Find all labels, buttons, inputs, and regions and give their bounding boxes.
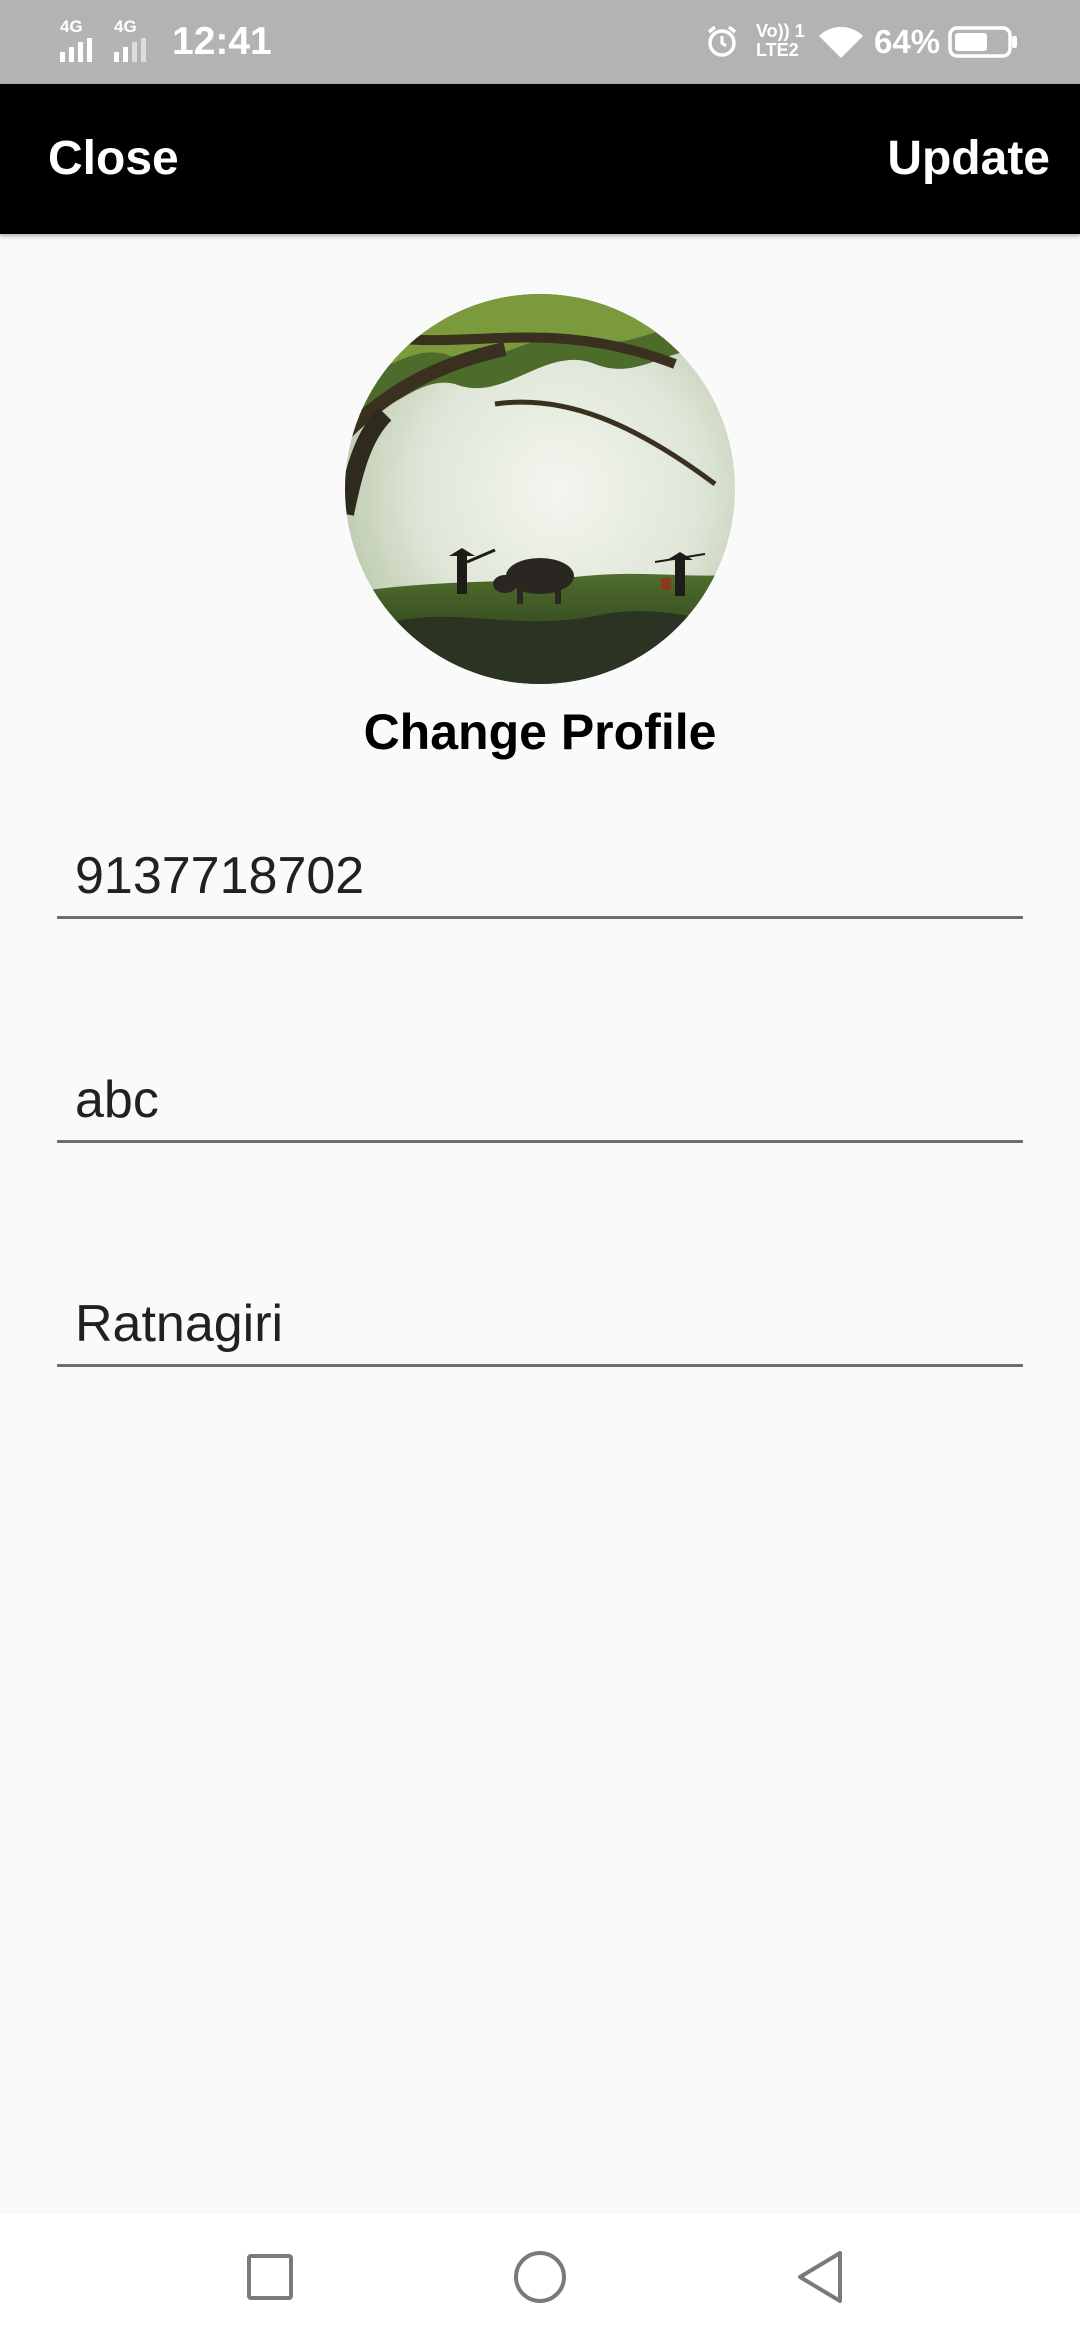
recent-apps-icon[interactable] (240, 2247, 300, 2307)
city-field[interactable] (75, 1294, 1005, 1354)
name-field[interactable] (75, 1070, 1005, 1130)
alarm-icon (707, 25, 737, 57)
profile-avatar[interactable] (345, 294, 735, 684)
change-profile-link[interactable]: Change Profile (0, 700, 1080, 764)
name-field-container (57, 1040, 1023, 1143)
update-button[interactable]: Update (887, 84, 1050, 234)
battery-percent: 64% (874, 23, 941, 60)
network-type-label: 4G (60, 17, 83, 36)
city-field-container (57, 1264, 1023, 1367)
status-bar: 4G 4G 12:41 Vo)) 1 LTE2 64% (0, 0, 1080, 84)
top-toolbar: Close Update (0, 84, 1080, 234)
volte-top-label: Vo)) 1 (756, 21, 805, 41)
back-icon[interactable] (790, 2247, 850, 2307)
volte-icon: Vo)) 1 LTE2 (756, 22, 810, 62)
status-time: 12:41 (172, 20, 272, 63)
volte-bottom-label: LTE2 (756, 40, 799, 60)
phone-field-container (57, 816, 1023, 919)
home-icon[interactable] (510, 2247, 570, 2307)
wifi-icon (819, 26, 863, 58)
profile-photo (345, 294, 735, 684)
close-button[interactable]: Close (48, 84, 179, 234)
battery-icon (948, 26, 1017, 58)
navigation-bar (0, 2214, 1080, 2340)
network-type-label-2: 4G (114, 17, 137, 36)
phone-field[interactable] (75, 846, 1005, 906)
